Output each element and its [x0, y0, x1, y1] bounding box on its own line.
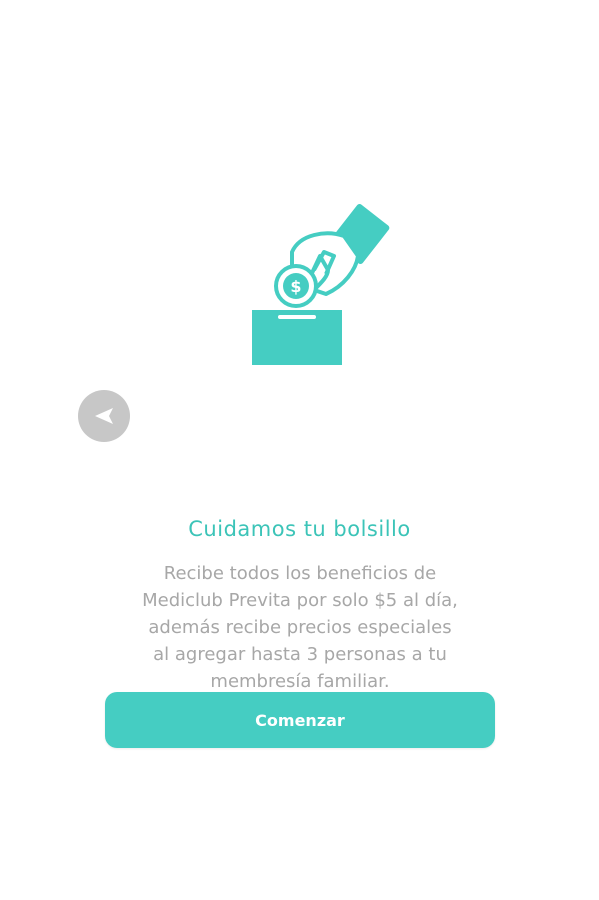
onboarding-description: Recibe todos los beneficios de Mediclub …: [142, 563, 458, 692]
coin-symbol: $: [290, 277, 301, 296]
onboarding-screen: $ Cuidamos tu bolsillo Recibe todos los …: [0, 0, 599, 900]
savings-illustration: $: [240, 190, 410, 370]
onboarding-title: Cuidamos tu bolsillo: [188, 517, 411, 541]
start-button[interactable]: Comenzar: [105, 692, 495, 748]
back-button[interactable]: [78, 390, 130, 442]
box-slot: [278, 315, 316, 319]
hand-coin-box-icon: $: [252, 203, 390, 365]
arrow-left-icon: [95, 408, 113, 424]
